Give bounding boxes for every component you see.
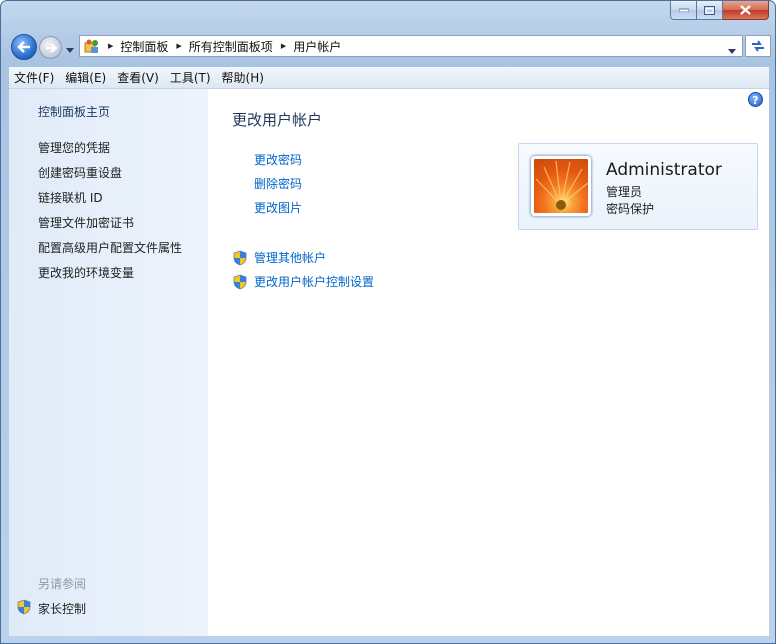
sidebar-link[interactable]: 更改我的环境变量 (38, 264, 134, 281)
see-also-heading: 另请参阅 (38, 577, 87, 591)
breadcrumb-separator-icon[interactable]: ▶ (176, 42, 181, 50)
navigation-bar: ▶ 控制面板 ▶ 所有控制面板项 ▶ 用户帐户 (11, 34, 771, 60)
address-dropdown[interactable] (728, 43, 736, 57)
link-label: 更改用户帐户控制设置 (254, 275, 375, 289)
sidebar-link[interactable]: 管理文件加密证书 (38, 214, 134, 231)
parental-controls-link[interactable]: 家长控制 (38, 600, 86, 617)
menu-edit[interactable]: 编辑(E) (60, 69, 111, 86)
uac-shield-icon (233, 274, 247, 289)
help-icon[interactable]: ? (748, 92, 763, 107)
window-frame: ▶ 控制面板 ▶ 所有控制面板项 ▶ 用户帐户 文件(F) 编辑(E) 查看(V… (0, 0, 776, 644)
refresh-button[interactable] (745, 35, 771, 57)
minimize-icon (678, 8, 689, 12)
refresh-icon (752, 40, 764, 52)
change-picture-link[interactable]: 更改图片 (254, 199, 302, 216)
chevron-down-icon (66, 48, 74, 53)
breadcrumb-separator-icon: ▶ (108, 42, 114, 50)
breadcrumb: ▶ 控制面板 ▶ 所有控制面板项 ▶ 用户帐户 (100, 38, 341, 55)
menu-bar: 文件(F) 编辑(E) 查看(V) 工具(T) 帮助(H) (9, 67, 769, 89)
sidebar-link[interactable]: 配置高级用户配置文件属性 (38, 239, 182, 256)
close-icon (740, 5, 751, 15)
arrow-left-icon (17, 41, 30, 53)
manage-other-accounts-link[interactable]: 管理其他帐户 (232, 249, 326, 266)
menu-help[interactable]: 帮助(H) (217, 69, 269, 86)
content-area: 控制面板主页 管理您的凭据 创建密码重设盘 链接联机 ID 管理文件加密证书 配… (9, 89, 769, 636)
arrow-right-icon (45, 42, 57, 53)
link-label: 管理其他帐户 (254, 251, 327, 265)
breadcrumb-item[interactable]: 控制面板 (120, 38, 168, 55)
close-button[interactable] (723, 1, 769, 20)
breadcrumb-item[interactable]: 用户帐户 (293, 38, 341, 55)
menu-view[interactable]: 查看(V) (112, 69, 164, 86)
user-name: Administrator (606, 160, 722, 180)
maximize-icon (704, 5, 715, 15)
recent-pages-dropdown[interactable] (66, 42, 74, 56)
uac-shield-icon (233, 250, 247, 265)
password-status: 密码保护 (606, 202, 655, 216)
avatar[interactable] (531, 156, 591, 216)
task-pane: 控制面板主页 管理您的凭据 创建密码重设盘 链接联机 ID 管理文件加密证书 配… (9, 89, 208, 636)
main-panel: ? 更改用户帐户 更改密码 删除密码 更改图片 管理其他帐户 更改用户帐户控制设… (208, 89, 769, 636)
address-bar[interactable]: ▶ 控制面板 ▶ 所有控制面板项 ▶ 用户帐户 (79, 35, 743, 57)
remove-password-link[interactable]: 删除密码 (254, 175, 302, 192)
maximize-button[interactable] (697, 1, 723, 20)
control-panel-home-link[interactable]: 控制面板主页 (38, 103, 110, 120)
change-password-link[interactable]: 更改密码 (254, 151, 302, 168)
uac-shield-icon (17, 599, 31, 615)
menu-tools[interactable]: 工具(T) (165, 69, 216, 86)
menu-file[interactable]: 文件(F) (9, 69, 59, 86)
minimize-button[interactable] (670, 1, 697, 20)
user-account-card: Administrator 管理员 密码保护 (518, 143, 758, 230)
forward-button[interactable] (39, 36, 62, 59)
chevron-down-icon (728, 49, 736, 54)
control-panel-icon (84, 39, 98, 53)
sidebar-link[interactable]: 链接联机 ID (38, 189, 103, 206)
uac-settings-link[interactable]: 更改用户帐户控制设置 (232, 273, 374, 290)
caption-buttons (670, 1, 769, 21)
back-button[interactable] (11, 34, 37, 60)
flower-picture-icon (535, 160, 588, 210)
sidebar-link[interactable]: 管理您的凭据 (38, 139, 110, 156)
user-role: 管理员 (606, 185, 643, 199)
breadcrumb-item[interactable]: 所有控制面板项 (189, 38, 273, 55)
breadcrumb-separator-icon[interactable]: ▶ (281, 42, 286, 50)
sidebar-link[interactable]: 创建密码重设盘 (38, 164, 122, 181)
page-title: 更改用户帐户 (232, 111, 323, 129)
